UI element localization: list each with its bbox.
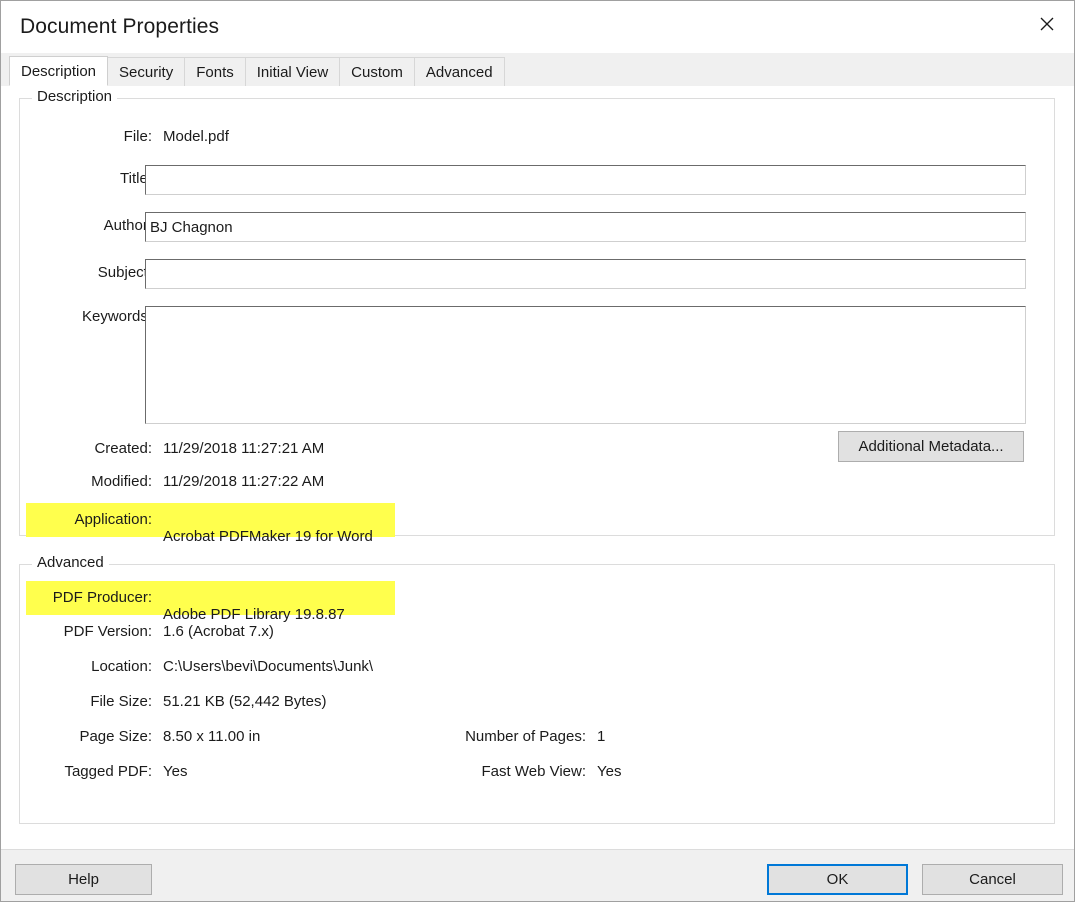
ok-button-label: OK — [826, 871, 849, 888]
pdf-version-value: 1.6 (Acrobat 7.x) — [163, 623, 274, 640]
tab-fonts[interactable]: Fonts — [184, 57, 246, 86]
cancel-button-label: Cancel — [969, 871, 1016, 888]
subject-input[interactable] — [145, 259, 1026, 289]
pdf-producer-row: PDF Producer: Adobe PDF Library 19.8.87 — [20, 581, 1054, 623]
tab-security-label: Security — [119, 63, 174, 81]
help-button-label: Help — [68, 871, 99, 888]
pdf-version-row: PDF Version: 1.6 (Acrobat 7.x) — [20, 623, 1054, 643]
title-bar: Document Properties — [1, 1, 1074, 53]
keywords-input[interactable] — [145, 306, 1026, 424]
location-row: Location: C:\Users\bevi\Documents\Junk\ — [20, 658, 1054, 678]
tab-custom-label: Custom — [351, 63, 403, 81]
help-button[interactable]: Help — [15, 864, 152, 895]
number-of-pages-label: Number of Pages: — [465, 728, 586, 745]
pdf-version-label: PDF Version: — [63, 623, 152, 640]
subject-row: Subject: — [20, 259, 1054, 289]
pdf-producer-value: Adobe PDF Library 19.8.87 — [163, 606, 345, 623]
created-label: Created: — [94, 440, 152, 457]
tagged-pdf-value: Yes — [163, 763, 188, 780]
additional-metadata-label: Additional Metadata... — [858, 438, 1004, 455]
title-input[interactable] — [145, 165, 1026, 195]
pdf-producer-label: PDF Producer: — [52, 589, 152, 606]
page-size-label: Page Size: — [79, 728, 152, 745]
description-group-legend: Description — [32, 88, 118, 105]
close-icon — [1039, 16, 1055, 32]
keywords-label: Keywords: — [81, 308, 152, 325]
close-button[interactable] — [1020, 1, 1074, 47]
file-label: File: — [123, 128, 152, 145]
tab-bar: Description Security Fonts Initial View … — [1, 53, 1074, 87]
advanced-group: Advanced PDF Producer: Adobe PDF Library… — [19, 554, 1055, 824]
author-label: Author: — [103, 217, 152, 234]
file-row: File: Model.pdf — [20, 128, 1054, 148]
fast-web-view-value: Yes — [597, 763, 622, 780]
file-size-label: File Size: — [90, 693, 152, 710]
tagged-pdf-row: Tagged PDF: Yes Fast Web View: Yes — [20, 763, 1054, 783]
keywords-row: Keywords: — [20, 306, 1054, 424]
subject-label: Subject: — [97, 264, 152, 281]
title-row: Title: — [20, 165, 1054, 195]
tab-initial-view[interactable]: Initial View — [244, 57, 341, 86]
cancel-button[interactable]: Cancel — [922, 864, 1063, 895]
page-size-value: 8.50 x 11.00 in — [163, 728, 261, 745]
application-label: Application: — [74, 511, 152, 528]
tab-security[interactable]: Security — [107, 57, 186, 86]
modified-value: 11/29/2018 11:27:22 AM — [163, 473, 325, 490]
fast-web-view-label: Fast Web View: — [481, 763, 587, 780]
tab-list: Description Security Fonts Initial View … — [9, 56, 505, 86]
dialog-footer: Help OK Cancel — [1, 849, 1074, 901]
page-title: Document Properties — [20, 15, 220, 38]
tab-initial-view-label: Initial View — [256, 63, 329, 81]
application-row: Application: Acrobat PDFMaker 19 for Wor… — [20, 503, 1054, 545]
file-size-value: 51.21 KB (52,442 Bytes) — [163, 693, 327, 710]
file-value: Model.pdf — [163, 128, 229, 145]
tagged-pdf-label: Tagged PDF: — [64, 763, 152, 780]
tab-advanced-label: Advanced — [425, 63, 493, 81]
tab-description[interactable]: Description — [9, 56, 109, 86]
tab-description-label: Description — [21, 62, 97, 80]
location-value: C:\Users\bevi\Documents\Junk\ — [163, 658, 374, 675]
location-label: Location: — [91, 658, 152, 675]
tab-advanced[interactable]: Advanced — [413, 57, 505, 86]
application-value: Acrobat PDFMaker 19 for Word — [163, 528, 373, 545]
ok-button[interactable]: OK — [767, 864, 908, 895]
page-size-row: Page Size: 8.50 x 11.00 in Number of Pag… — [20, 728, 1054, 748]
author-input[interactable] — [145, 212, 1026, 242]
title-label: Title: — [120, 170, 152, 187]
number-of-pages-value: 1 — [597, 728, 606, 745]
file-size-row: File Size: 51.21 KB (52,442 Bytes) — [20, 693, 1054, 713]
tab-custom[interactable]: Custom — [339, 57, 415, 86]
tab-panel-description: Description File: Model.pdf Title: Autho… — [1, 86, 1074, 849]
advanced-group-legend: Advanced — [32, 554, 109, 571]
created-value: 11/29/2018 11:27:21 AM — [163, 440, 325, 457]
modified-row: Modified: 11/29/2018 11:27:22 AM — [20, 473, 1054, 493]
tab-fonts-label: Fonts — [196, 63, 234, 81]
document-properties-dialog: Document Properties Description Security… — [0, 0, 1075, 902]
additional-metadata-button[interactable]: Additional Metadata... — [838, 431, 1024, 462]
modified-label: Modified: — [91, 473, 152, 490]
author-row: Author: — [20, 212, 1054, 242]
description-group: Description File: Model.pdf Title: Autho… — [19, 88, 1055, 545]
